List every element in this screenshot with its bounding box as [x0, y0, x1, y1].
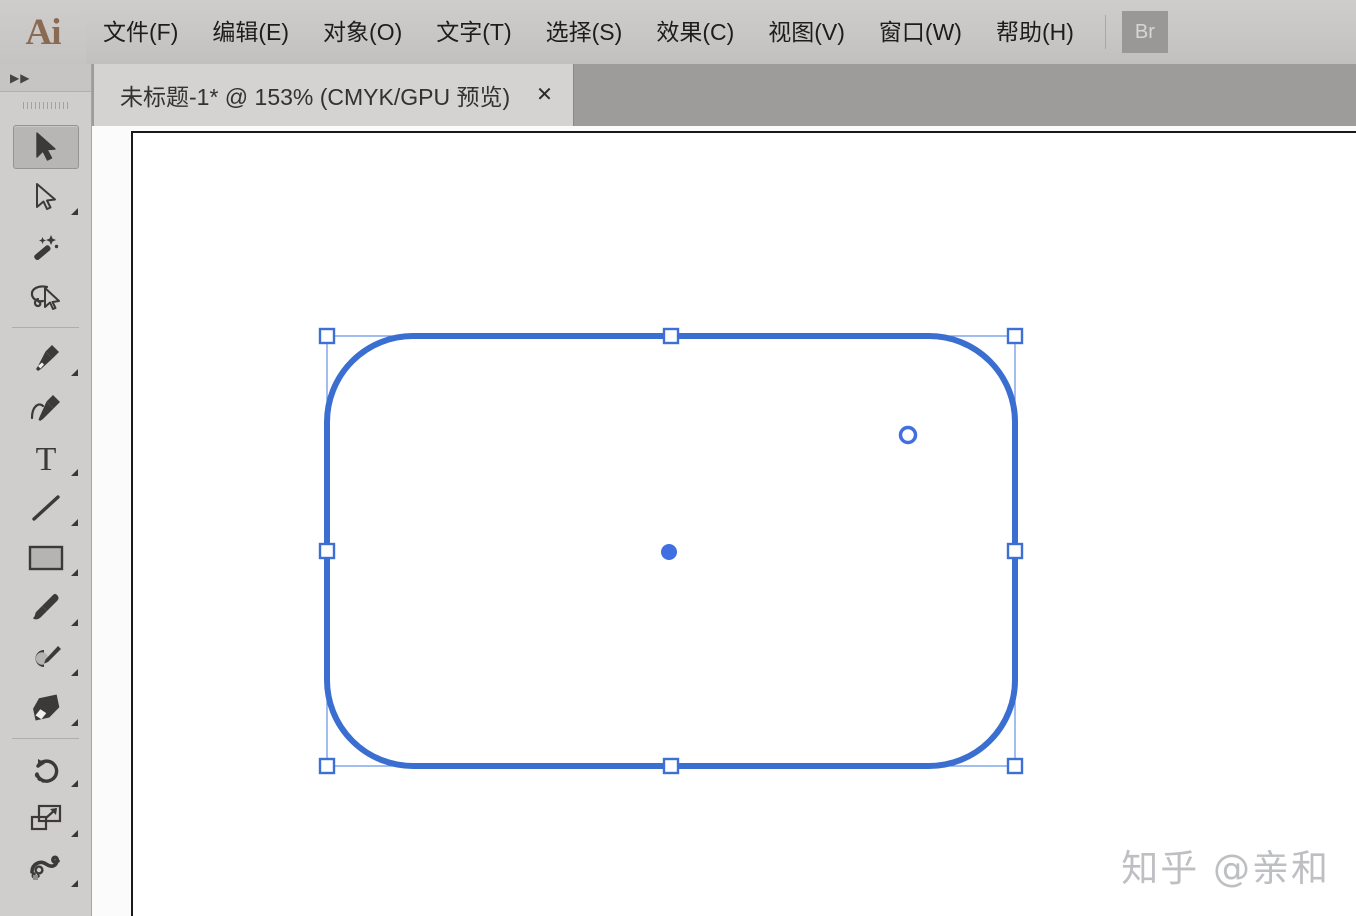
direct-selection-tool[interactable] — [0, 172, 92, 222]
menu-file[interactable]: 文件(F) — [86, 0, 195, 64]
menu-window[interactable]: 窗口(W) — [862, 0, 979, 64]
bridge-button-icon[interactable]: Br — [1121, 11, 1168, 53]
artboard[interactable] — [131, 131, 1356, 916]
rotate-icon — [13, 747, 79, 791]
eraser-tool[interactable] — [0, 683, 92, 733]
arrow-solid-icon — [13, 125, 79, 169]
lasso-icon — [13, 275, 79, 319]
lasso-tool[interactable] — [0, 272, 92, 322]
paintbrush-icon — [13, 586, 79, 630]
app-logo-icon: Ai — [0, 0, 86, 64]
menu-edit[interactable]: 编辑(E) — [195, 0, 306, 64]
close-icon[interactable]: ✕ — [536, 85, 553, 105]
document-tab-title: 未标题-1* @ 153% (CMYK/GPU 预览) — [120, 84, 511, 110]
menu-divider — [1104, 15, 1106, 49]
tab-strip: 未标题-1* @ 153% (CMYK/GPU 预览) ✕ — [94, 64, 574, 126]
pen-tool[interactable] — [0, 333, 92, 383]
curvature-tool[interactable] — [0, 383, 92, 433]
flyout-triangle-icon[interactable] — [71, 669, 78, 676]
rectangle-icon — [13, 536, 79, 580]
tools-panel-header[interactable]: ▶▶ — [0, 64, 91, 92]
menu-type[interactable]: 文字(T) — [419, 0, 528, 64]
type-tool[interactable]: T — [0, 433, 92, 483]
menu-view[interactable]: 视图(V) — [751, 0, 862, 64]
drag-grip-icon — [22, 101, 69, 109]
tools-panel: ▶▶ T — [0, 64, 92, 916]
eraser-icon — [13, 686, 79, 730]
flyout-triangle-icon[interactable] — [71, 719, 78, 726]
scale-tool[interactable] — [0, 794, 92, 844]
tool-group-divider — [12, 738, 79, 739]
tools-panel-drag-handle[interactable] — [0, 92, 91, 118]
menu-object[interactable]: 对象(O) — [306, 0, 419, 64]
flyout-triangle-icon[interactable] — [71, 880, 78, 887]
paintbrush-tool[interactable] — [0, 583, 92, 633]
flyout-triangle-icon[interactable] — [71, 519, 78, 526]
menu-help[interactable]: 帮助(H) — [979, 0, 1091, 64]
watermark: 知乎 @亲和 — [1121, 847, 1330, 890]
curvature-pen-icon — [13, 386, 79, 430]
flyout-triangle-icon[interactable] — [71, 780, 78, 787]
flyout-triangle-icon[interactable] — [71, 208, 78, 215]
svg-text:T: T — [36, 442, 57, 474]
arrow-outline-icon — [13, 175, 79, 219]
canvas-area[interactable]: 知乎 @亲和 — [92, 126, 1356, 916]
magic-wand-tool[interactable] — [0, 222, 92, 272]
scale-icon — [13, 797, 79, 841]
tool-group-divider — [12, 327, 79, 328]
width-tool[interactable] — [0, 844, 92, 894]
width-warp-icon — [13, 847, 79, 891]
flyout-triangle-icon[interactable] — [71, 830, 78, 837]
line-segment-tool[interactable] — [0, 483, 92, 533]
flyout-triangle-icon[interactable] — [71, 569, 78, 576]
document-tab[interactable]: 未标题-1* @ 153% (CMYK/GPU 预览) ✕ — [94, 64, 574, 126]
rotate-tool[interactable] — [0, 744, 92, 794]
type-T-icon: T — [13, 436, 79, 480]
menu-effect[interactable]: 效果(C) — [639, 0, 751, 64]
flyout-triangle-icon[interactable] — [71, 619, 78, 626]
document-tab-bar: 未标题-1* @ 153% (CMYK/GPU 预览) ✕ — [0, 64, 1356, 126]
double-chevron-right-icon[interactable]: ▶▶ — [10, 72, 30, 84]
flyout-triangle-icon[interactable] — [71, 469, 78, 476]
menu-items: 文件(F) 编辑(E) 对象(O) 文字(T) 选择(S) 效果(C) 视图(V… — [86, 0, 1091, 64]
shaper-tool[interactable] — [0, 633, 92, 683]
tool-list: T — [0, 118, 91, 894]
line-segment-icon — [13, 486, 79, 530]
pen-nib-icon — [13, 336, 79, 380]
menu-bar: Ai 文件(F) 编辑(E) 对象(O) 文字(T) 选择(S) 效果(C) 视… — [0, 0, 1356, 64]
illustrator-window: Ai 文件(F) 编辑(E) 对象(O) 文字(T) 选择(S) 效果(C) 视… — [0, 0, 1356, 916]
shaper-pencil-icon — [13, 636, 79, 680]
magic-wand-icon — [13, 225, 79, 269]
selection-tool[interactable] — [0, 122, 92, 172]
rectangle-tool[interactable] — [0, 533, 92, 583]
menu-select[interactable]: 选择(S) — [529, 0, 640, 64]
flyout-triangle-icon[interactable] — [71, 369, 78, 376]
